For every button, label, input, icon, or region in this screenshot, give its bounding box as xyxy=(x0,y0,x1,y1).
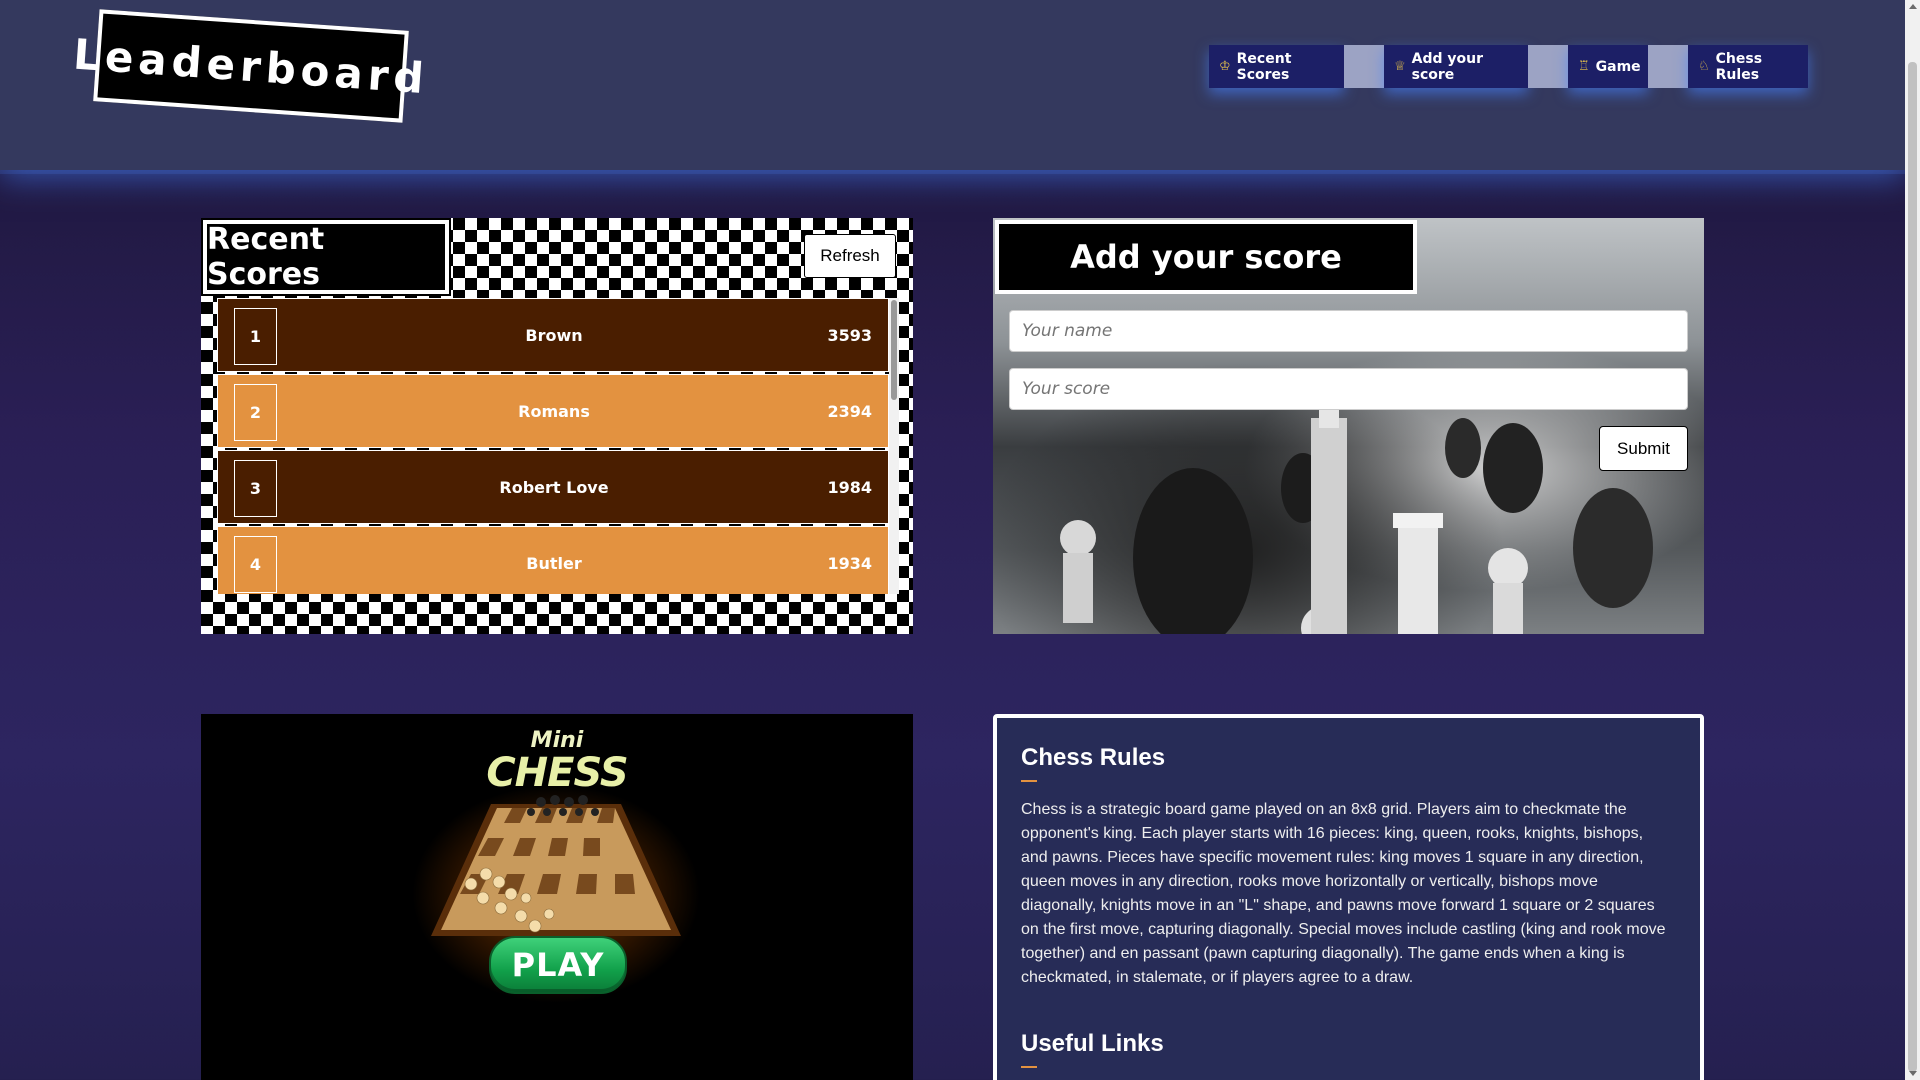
useful-links-title: Useful Links xyxy=(1021,1030,1164,1057)
nav-game[interactable]: ♖ Game xyxy=(1568,45,1648,88)
nav-spacer xyxy=(1344,45,1384,88)
nav-recent-scores[interactable]: ♔ Recent Scores xyxy=(1209,45,1344,88)
links-title-underline xyxy=(1021,1066,1037,1068)
queen-icon: ♕ xyxy=(1394,59,1406,74)
player-score: 1984 xyxy=(827,477,872,497)
scrollbar-thumb[interactable] xyxy=(891,300,897,400)
scores-list[interactable]: 1 Brown 3593 2 Romans 2394 3 Robert Love… xyxy=(217,298,889,594)
rules-title-underline xyxy=(1021,780,1037,782)
chessboard-image xyxy=(431,795,681,936)
game-panel[interactable]: Mini CHESS PLAY xyxy=(201,714,913,1080)
chess-rules-panel: Chess Rules Chess is a strategic board g… xyxy=(993,714,1704,1080)
name-input[interactable] xyxy=(1009,310,1688,352)
player-name: Butler xyxy=(526,553,582,573)
crown-icon: ♔ xyxy=(1219,59,1231,74)
score-row: 4 Butler 1934 xyxy=(217,526,889,594)
scores-list-scrollbar[interactable] xyxy=(889,298,899,594)
recent-scores-panel: Recent Scores Refresh 1 Brown 3593 2 Rom… xyxy=(201,218,913,634)
player-name: Brown xyxy=(525,325,583,345)
player-name: Robert Love xyxy=(499,477,609,497)
add-score-title: Add your score xyxy=(995,220,1417,294)
player-name: Romans xyxy=(518,401,590,421)
score-input[interactable] xyxy=(1009,368,1688,410)
score-row: 3 Robert Love 1984 xyxy=(217,450,889,524)
rook-icon: ♖ xyxy=(1578,59,1590,74)
nav-label: Add your score xyxy=(1411,50,1484,83)
player-score: 1934 xyxy=(827,553,872,573)
refresh-button[interactable]: Refresh xyxy=(804,234,896,278)
scroll-up-icon[interactable] xyxy=(1909,4,1917,9)
add-score-panel: Add your score Submit xyxy=(993,218,1704,634)
rules-text: Chess is a strategic board game played o… xyxy=(1021,801,1666,986)
score-row: 2 Romans 2394 xyxy=(217,374,889,448)
nav-spacer xyxy=(1528,45,1568,88)
nav-chess-rules[interactable]: ♘ Chess Rules xyxy=(1688,45,1808,88)
site-header: Leaderboard ♔ Recent Scores ♕ Add your s… xyxy=(0,0,1905,170)
score-row: 1 Brown 3593 xyxy=(217,298,889,372)
nav-label: Recent Scores xyxy=(1236,50,1292,83)
nav-add-score[interactable]: ♕ Add your score xyxy=(1384,45,1528,88)
player-score: 3593 xyxy=(827,325,872,345)
submit-button[interactable]: Submit xyxy=(1599,426,1688,471)
scroll-down-icon[interactable] xyxy=(1909,1071,1917,1076)
page-scrollbar[interactable] xyxy=(1905,0,1920,1080)
nav-label: Game xyxy=(1595,58,1641,75)
rules-title: Chess Rules xyxy=(1021,744,1166,771)
nav-spacer xyxy=(1648,45,1688,88)
nav-label: Chess Rules xyxy=(1715,50,1763,83)
knight-icon: ♘ xyxy=(1698,59,1710,74)
scrollbar-thumb[interactable] xyxy=(1908,62,1917,1072)
play-button[interactable]: PLAY xyxy=(489,936,627,994)
player-score: 2394 xyxy=(827,401,872,421)
recent-scores-title: Recent Scores xyxy=(201,218,451,296)
site-logo[interactable]: Leaderboard xyxy=(72,9,430,123)
